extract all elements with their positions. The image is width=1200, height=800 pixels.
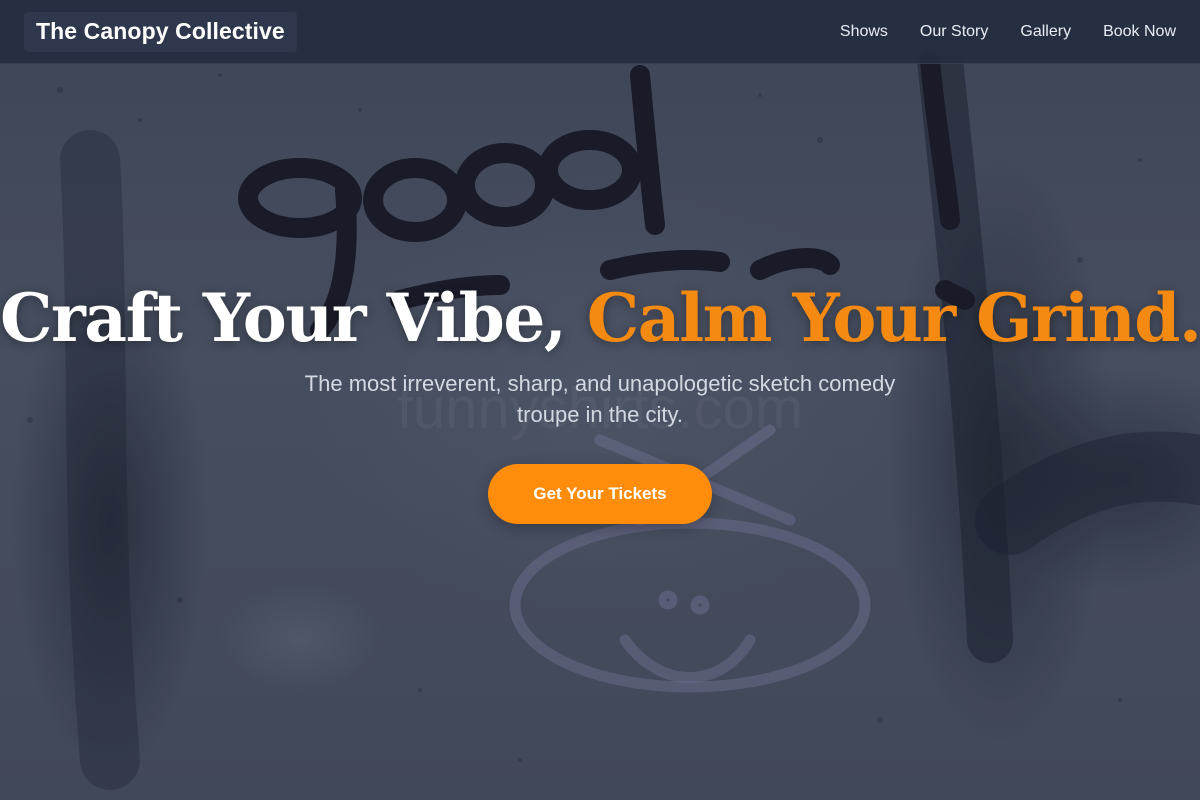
navbar: The Canopy Collective Shows Our Story Ga… [0, 0, 1200, 64]
headline-primary: Craft Your Vibe, [0, 279, 567, 357]
brand-logo-link[interactable]: The Canopy Collective [24, 11, 297, 52]
nav-links: Shows Our Story Gallery Book Now [824, 15, 1176, 49]
hero-content: Craft Your Vibe, Calm Your Grind. The mo… [0, 270, 1200, 524]
hero-headline: Craft Your Vibe, Calm Your Grind. [0, 270, 1200, 366]
headline-accent: Calm Your Grind. [586, 279, 1200, 357]
hero-subtitle: The most irreverent, sharp, and unapolog… [304, 371, 896, 427]
nav-link-gallery[interactable]: Gallery [1004, 15, 1087, 49]
nav-link-book-now[interactable]: Book Now [1087, 15, 1176, 49]
nav-link-shows[interactable]: Shows [824, 15, 904, 49]
nav-link-our-story[interactable]: Our Story [904, 15, 1004, 49]
get-tickets-button[interactable]: Get Your Tickets [488, 464, 712, 524]
